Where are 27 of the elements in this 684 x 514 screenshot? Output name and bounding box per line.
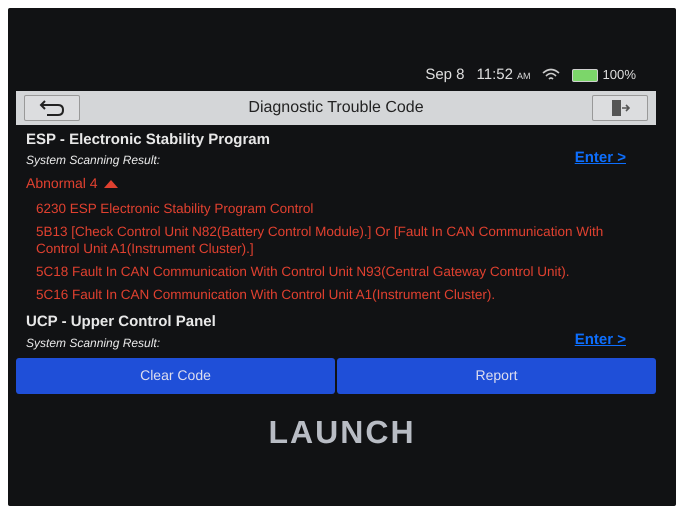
fault-code: 6230 ESP Electronic Stability Program Control <box>36 200 314 217</box>
collapse-triangle-icon <box>104 180 118 188</box>
enter-link[interactable]: Enter > <box>574 329 626 352</box>
fault-code: 5C18 Fault In CAN Communication With Control Unit N93(Central Gateway Control Unit). <box>36 263 570 280</box>
back-arrow-icon <box>39 98 65 116</box>
battery-icon <box>572 68 598 82</box>
time-meridiem: AM <box>516 70 530 83</box>
system-name: UCP - Upper Control Panel <box>26 312 216 332</box>
brand-logo: LAUNCH <box>268 412 416 452</box>
battery-percent: 100% <box>602 66 636 84</box>
abnormal-status: Abnormal 4 <box>26 174 98 193</box>
status-time: 11:52 <box>476 65 513 85</box>
back-button[interactable] <box>24 94 80 120</box>
system-name: ESP - Electronic Stability Program <box>26 130 270 150</box>
exit-door-icon <box>610 98 630 116</box>
clear-code-button[interactable]: Clear Code <box>16 358 335 394</box>
report-button[interactable]: Report <box>337 358 656 394</box>
screen-title: Diagnostic Trouble Code <box>248 98 424 118</box>
exit-button[interactable] <box>592 94 648 120</box>
status-date: Sep 8 <box>425 65 465 85</box>
scan-result-label: System Scanning Result: <box>26 152 162 169</box>
scan-result-label: System Scanning Result: <box>26 334 162 352</box>
wifi-icon <box>542 68 560 82</box>
enter-link[interactable]: Enter > <box>574 146 626 169</box>
status-toggle[interactable]: Abnormal 4 <box>26 173 650 194</box>
fault-code: 5C16 Fault In CAN Communication With Control Unit A1(Instrument Cluster). <box>36 286 496 303</box>
fault-code: 5B13 [Check Control Unit N82(Battery Control Module).] Or [Fault In CAN Communication With Control Unit A1(Instrument Cluster).] <box>36 223 604 257</box>
